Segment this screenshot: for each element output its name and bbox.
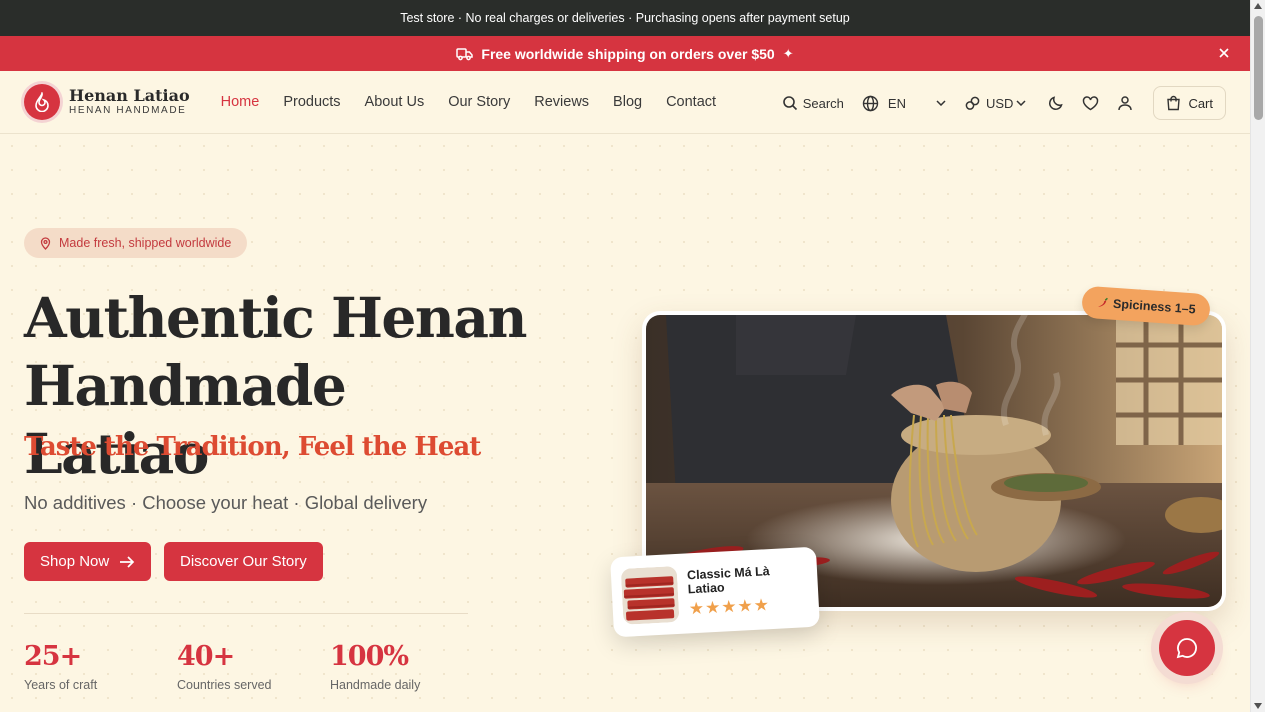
header-tools: Search EN USD Cart [764, 86, 1226, 120]
user-icon [1117, 95, 1133, 111]
scroll-thumb[interactable] [1254, 16, 1263, 120]
test-store-text: Test store · No real charges or deliveri… [400, 11, 850, 25]
promo-banner: Free worldwide shipping on orders over $… [0, 36, 1250, 71]
map-pin-icon [40, 236, 51, 250]
flame-icon [24, 84, 60, 120]
site-header: Henan Latiao HENAN HANDMADE Home Product… [0, 71, 1250, 134]
hero-tagline: Taste the Tradition, Feel the Heat [24, 432, 481, 462]
discover-story-label: Discover Our Story [180, 553, 307, 570]
search-label: Search [802, 95, 844, 111]
scroll-up-icon[interactable] [1254, 3, 1262, 9]
main-nav: Home Products About Us Our Story Reviews… [221, 94, 740, 110]
search-button[interactable]: Search [782, 95, 844, 111]
chat-button[interactable] [1159, 620, 1215, 676]
nav-about-us[interactable]: About Us [365, 94, 425, 110]
chevron-down-icon [1016, 100, 1026, 106]
stat-countries: 40+ Countries served [177, 640, 272, 692]
cart-button[interactable]: Cart [1153, 86, 1226, 120]
truck-icon [456, 47, 474, 61]
brand-name: Henan Latiao [69, 86, 190, 105]
hero-badge: Made fresh, shipped worldwide [24, 228, 248, 258]
scroll-down-icon[interactable] [1254, 703, 1262, 709]
nav-contact[interactable]: Contact [666, 94, 716, 110]
divider [24, 613, 468, 614]
hero-badge-text: Made fresh, shipped worldwide [59, 236, 232, 250]
hero-subtitle: No additives · Choose your heat · Global… [24, 492, 428, 513]
arrow-right-icon [119, 555, 135, 568]
stat-handmade: 100% Handmade daily [330, 640, 420, 692]
cart-label: Cart [1188, 95, 1213, 111]
spiciness-label: Spiciness 1–5 [1112, 296, 1197, 317]
nav-reviews[interactable]: Reviews [534, 94, 589, 110]
product-thumbnail [620, 565, 680, 625]
search-icon [782, 95, 798, 111]
stat-value: 40+ [177, 641, 235, 672]
language-value: EN [887, 95, 906, 111]
chat-bubble-icon [1175, 636, 1199, 660]
promo-text: Free worldwide shipping on orders over $… [481, 45, 775, 62]
nav-products[interactable]: Products [283, 94, 340, 110]
chili-pepper-icon [1096, 297, 1109, 310]
link-icon [964, 95, 981, 112]
currency-select[interactable]: USD [964, 95, 1026, 112]
moon-icon [1048, 95, 1064, 111]
product-name: Classic Má Là Latiao [686, 563, 771, 596]
scrollbar[interactable] [1250, 0, 1265, 712]
nav-blog[interactable]: Blog [613, 94, 642, 110]
heart-icon [1082, 95, 1099, 111]
discover-story-button[interactable]: Discover Our Story [164, 542, 323, 581]
stat-value: 100% [330, 641, 409, 672]
dark-mode-toggle[interactable] [1048, 95, 1064, 111]
stat-label: Years of craft [24, 678, 98, 692]
hero-section: Made fresh, shipped worldwide Authentic … [0, 134, 1250, 712]
chevron-down-icon [936, 100, 946, 106]
stat-label: Handmade daily [330, 678, 421, 692]
sparkle-icon: ✦ [782, 45, 794, 61]
star-rating-icon: ★★★★★ [688, 594, 771, 618]
globe-icon [862, 95, 879, 112]
wishlist-button[interactable] [1082, 95, 1099, 111]
page: Test store · No real charges or deliveri… [0, 0, 1250, 712]
test-store-banner: Test store · No real charges or deliveri… [0, 0, 1250, 36]
currency-value: USD [985, 95, 1014, 111]
account-button[interactable] [1117, 95, 1133, 111]
nav-home[interactable]: Home [221, 94, 260, 110]
featured-product-card[interactable]: Classic Má Là Latiao ★★★★★ [610, 546, 820, 638]
shop-now-button[interactable]: Shop Now [24, 542, 152, 581]
brand-tagline: HENAN HANDMADE [69, 105, 187, 116]
stat-value: 25+ [24, 641, 82, 672]
language-select[interactable]: EN [862, 95, 946, 112]
stat-years: 25+ Years of craft [24, 640, 97, 692]
logo[interactable]: Henan Latiao HENAN HANDMADE [24, 84, 190, 120]
shopping-bag-icon [1166, 95, 1181, 111]
nav-our-story[interactable]: Our Story [448, 94, 510, 110]
shop-now-label: Shop Now [40, 553, 110, 570]
stat-label: Countries served [177, 678, 272, 692]
close-icon[interactable] [1216, 45, 1232, 61]
